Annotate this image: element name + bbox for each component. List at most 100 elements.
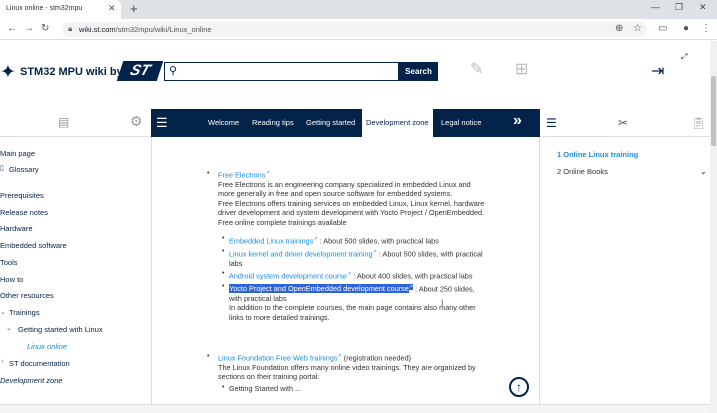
fe-desc-line: Free Electrons offers training services … (218, 198, 485, 208)
zoom-icon[interactable]: ⊕ (615, 23, 623, 34)
yocto-course-link[interactable]: Yocto Project and OpenEmbedded developme… (229, 284, 409, 294)
training-desc: with practical labs (229, 293, 287, 303)
site-logo-text[interactable]: STM32 MPU wiki by (20, 66, 123, 78)
sidebar-item-hardware[interactable]: Hardware (0, 224, 33, 233)
fe-desc-line: more generally in free and open source s… (218, 189, 453, 199)
sidebar-item-getting-started-linux[interactable]: Getting started with Linux (18, 325, 103, 334)
sidebar-item-tools[interactable]: Tools (0, 258, 18, 267)
maximize-icon[interactable]: ❐ (675, 2, 683, 13)
sidebar-item-trainings[interactable]: Trainings (9, 308, 40, 317)
toc-item-online-linux-training[interactable]: 1 Online Linux training (557, 150, 638, 159)
search-button[interactable]: Search (399, 62, 438, 81)
plus-icon[interactable]: + (130, 1, 138, 16)
bullet: • (207, 353, 210, 360)
double-chevron-right-icon[interactable]: » (513, 112, 522, 130)
external-link-icon: ↗ (265, 170, 270, 176)
tab-welcome[interactable]: Welcome (208, 109, 239, 137)
lf-desc-line: sections on their training portal: (218, 372, 320, 382)
tab-reading-tips[interactable]: Reading tips (252, 109, 294, 137)
training-item: Yocto Project and OpenEmbedded developme… (229, 283, 529, 322)
sidebar-item-main-page[interactable]: Main page (0, 149, 35, 158)
stm32-logo-icon[interactable]: ✦ (0, 61, 16, 84)
url-input[interactable]: 🔒︎ wiki.st.com/stm32mpu/wiki/Linux_onlin… (62, 22, 647, 37)
fullscreen-icon[interactable]: ⤢ (681, 52, 687, 62)
bullet: • (222, 283, 225, 290)
search-icon: ⚲ (169, 65, 178, 77)
lf-item-text: Getting Started with ... (229, 384, 302, 393)
training-desc: : About 400 slides, with practical labs (353, 271, 473, 281)
training-item: Embedded Linux trainings↗ : About 500 sl… (229, 235, 529, 246)
books-icon[interactable]: ▤ (58, 115, 69, 129)
clipboard-icon[interactable]: 📋︎ (691, 116, 706, 130)
sidebar-item-linux-online[interactable]: Linux online (27, 342, 67, 351)
sidebar-item-st-documentation[interactable]: ST documentation (9, 359, 70, 368)
minimize-icon[interactable]: — (651, 2, 660, 12)
kernel-driver-training-link[interactable]: Linux kernel and driver development trai… (229, 249, 373, 258)
page-scrollbar[interactable] (710, 41, 717, 413)
text-cursor-icon: I (441, 298, 444, 308)
new-page-icon[interactable]: ⊞ (515, 59, 528, 79)
left-sidebar-toolbar: ▤ ⚙ (0, 109, 151, 137)
edit-page-icon[interactable]: ✎ (470, 59, 483, 79)
tools-icon[interactable]: ✂ (618, 116, 628, 130)
training-note: links to more detailed trainings. (229, 312, 330, 322)
sidebar-item-how-to[interactable]: How to (0, 275, 23, 284)
lf-desc-line: The Linux Foundation offers many online … (218, 362, 476, 372)
sidebar-item-other-resources[interactable]: Other resources (0, 291, 54, 300)
close-icon[interactable]: ✕ (699, 2, 707, 13)
lf-list-item: Getting Started with ... (229, 384, 529, 394)
login-icon[interactable]: ⇥ (651, 61, 664, 81)
right-sidebar: ☰ ✂ 📋︎ 1 Online Linux training 2 Online … (541, 109, 710, 404)
embedded-linux-trainings-link[interactable]: Embedded Linux trainings (229, 236, 313, 245)
lock-icon[interactable]: 🔒︎ (68, 24, 72, 34)
free-electrons-link[interactable]: Free Electrons (218, 170, 265, 179)
bullet: • (222, 235, 225, 242)
hamburger-menu-icon[interactable]: ☰ (156, 115, 168, 131)
tab-legal-notice[interactable]: Legal notice (441, 109, 481, 137)
extension-icon[interactable]: ▭ (658, 23, 667, 34)
top-navigation: ☰ Welcome Reading tips Getting started D… (151, 109, 540, 137)
browser-tab[interactable]: Linux online - stm32mpu ✕ (0, 0, 121, 19)
tab-getting-started[interactable]: Getting started (306, 109, 355, 137)
sidebar-item-development-zone[interactable]: Development zone (0, 376, 63, 385)
site-header: ✦ STM32 MPU wiki by ST ⚲ Search ✎ ⊞ ⇥ ⤢ (0, 41, 710, 107)
star-icon[interactable]: ☆ (633, 23, 642, 34)
reload-icon[interactable]: ↻ (41, 23, 49, 34)
tab-development-zone[interactable]: Development zone (362, 109, 433, 137)
back-icon[interactable]: ← (7, 23, 17, 34)
android-course-link[interactable]: Android system development course (229, 271, 347, 280)
browser-tab-bar: Linux online - stm32mpu ✕ + — ❐ ✕ (0, 0, 717, 19)
chevron-right-icon[interactable]: › (1, 358, 3, 365)
left-sidebar: ▤ ⚙ Main page ▯ Glossary Prerequisites R… (0, 109, 151, 404)
profile-icon[interactable]: ● (683, 23, 689, 34)
training-item: Android system development course↗ : Abo… (229, 270, 529, 281)
close-icon[interactable]: ✕ (108, 3, 116, 14)
gear-icon[interactable]: ⚙ (130, 113, 143, 130)
chevron-down-icon[interactable]: ⌄ (6, 324, 12, 332)
chevron-down-icon[interactable]: ⌄ (700, 167, 707, 176)
st-logo[interactable]: ST (116, 61, 164, 81)
sidebar-item-prerequisites[interactable]: Prerequisites (0, 191, 44, 200)
fe-desc-line: Free Electrons is an engineering company… (218, 179, 471, 189)
right-sidebar-toolbar: ☰ ✂ 📋︎ (541, 109, 710, 137)
bullet: • (222, 384, 225, 391)
menu-icon[interactable]: ⋮ (701, 23, 711, 34)
sidebar-item-release-notes[interactable]: Release notes (0, 208, 48, 217)
linux-foundation-link[interactable]: Linux Foundation Free Web trainings (218, 353, 338, 362)
arrow-up-circle-icon[interactable]: ↑ (509, 377, 529, 397)
training-item: Linux kernel and driver development trai… (229, 248, 529, 268)
chevron-down-icon[interactable]: ⌄ (0, 308, 6, 316)
url-text: wiki.st.com/stm32mpu/wiki/Linux_online (79, 25, 212, 34)
free-electrons-section: Free Electrons↗ Free Electrons is an eng… (218, 169, 538, 227)
training-desc: labs (229, 258, 243, 268)
forward-icon[interactable]: → (24, 23, 34, 34)
external-link-icon: ↗ (408, 284, 414, 290)
training-desc: : About 250 slides, (415, 284, 475, 294)
external-link-icon: ↗ (337, 353, 342, 359)
search-input[interactable]: ⚲ (164, 62, 399, 81)
toc-list-icon[interactable]: ☰ (546, 116, 557, 130)
scrollbar-thumb[interactable] (711, 76, 716, 146)
sidebar-item-glossary[interactable]: Glossary (9, 165, 39, 174)
toc-item-online-books[interactable]: 2 Online Books (557, 167, 608, 176)
sidebar-item-embedded-software[interactable]: Embedded software (0, 241, 67, 250)
